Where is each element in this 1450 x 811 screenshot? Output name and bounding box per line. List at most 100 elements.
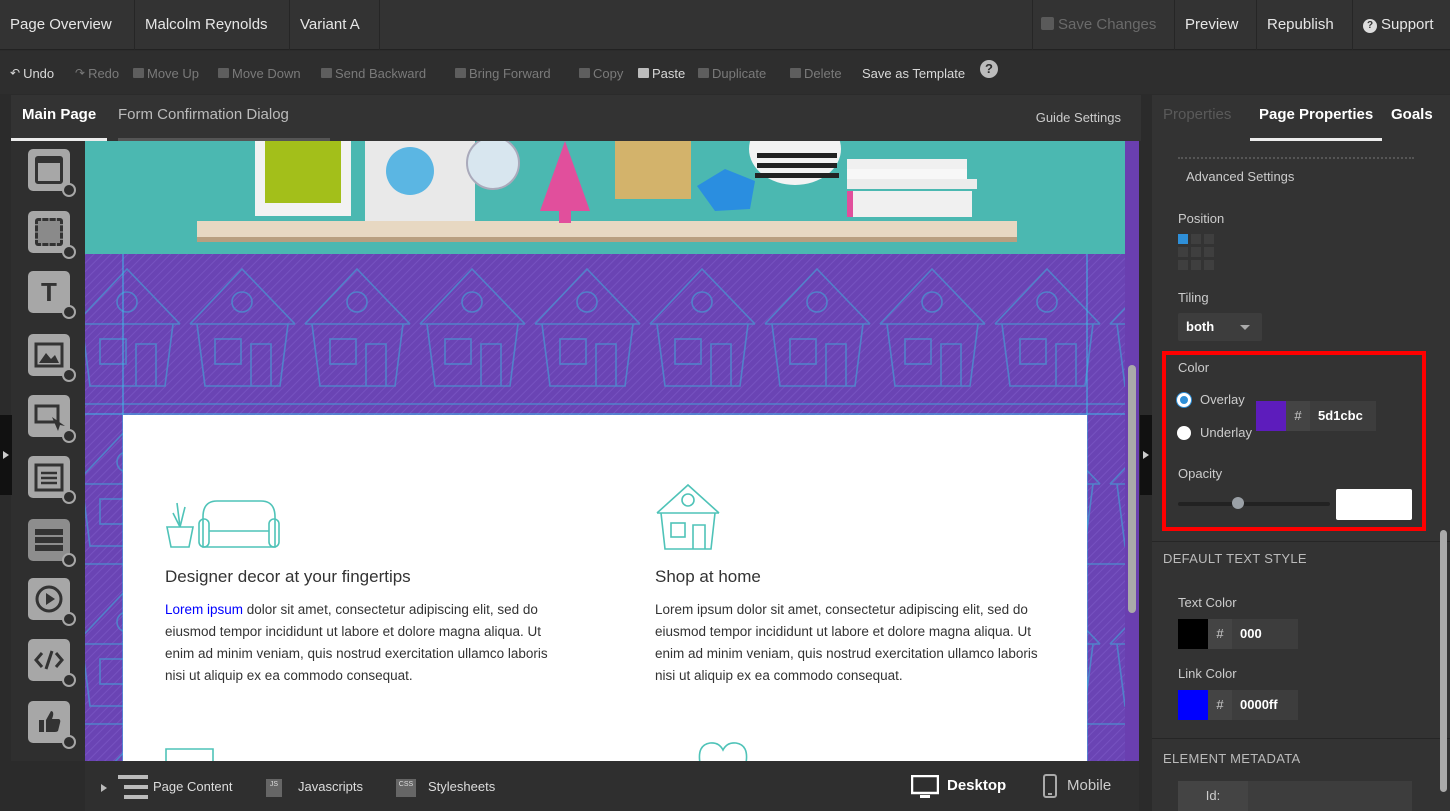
- element-metadata-heading: ELEMENT METADATA: [1163, 751, 1301, 766]
- redo-button[interactable]: ↷ Redo: [75, 65, 119, 81]
- guide-settings-link[interactable]: Guide Settings: [1036, 95, 1121, 141]
- palette-arrow-icon: [62, 612, 76, 626]
- move-up-button[interactable]: Move Up: [133, 65, 199, 81]
- advanced-settings-toggle[interactable]: Advanced Settings: [1186, 169, 1294, 184]
- palette-box[interactable]: [28, 211, 76, 259]
- box-icon: [35, 218, 63, 246]
- paste-label: Paste: [652, 65, 686, 81]
- card-shop-at-home-text[interactable]: Lorem ipsum dolor sit amet, consectetur …: [655, 599, 1055, 687]
- palette-text[interactable]: T: [28, 271, 76, 319]
- link-color-swatch[interactable]: [1178, 690, 1208, 720]
- opacity-label: Opacity: [1178, 466, 1223, 481]
- move-down-button[interactable]: Move Down: [218, 65, 301, 81]
- preview-button[interactable]: Preview: [1174, 0, 1256, 50]
- editor-tabs: Main Page Form Confirmation Dialog Guide…: [11, 95, 1141, 141]
- palette-section[interactable]: [28, 149, 76, 197]
- overlay-label: Overlay: [1200, 392, 1245, 407]
- palette-social[interactable]: [28, 701, 76, 749]
- paste-button[interactable]: Paste: [638, 65, 685, 81]
- redo-label: Redo: [88, 65, 120, 81]
- link-color-hex-input[interactable]: 0000ff: [1232, 690, 1298, 720]
- position-top-center[interactable]: [1191, 234, 1201, 244]
- left-panel-toggle[interactable]: [0, 415, 12, 495]
- opacity-input[interactable]: [1336, 489, 1412, 520]
- features-section[interactable]: Designer decor at your fingertips Lorem …: [123, 415, 1087, 761]
- bottom-bar: Page Content JS Javascripts CSS Styleshe…: [85, 761, 1139, 811]
- support-button[interactable]: ? Support: [1352, 0, 1450, 50]
- duplicate-icon: [698, 68, 709, 78]
- undo-button[interactable]: ↶ Undo: [10, 65, 54, 81]
- id-field[interactable]: Id:: [1178, 781, 1412, 811]
- position-grid[interactable]: [1178, 234, 1214, 270]
- javascripts-button[interactable]: Javascripts: [298, 779, 363, 794]
- palette-form[interactable]: [28, 456, 76, 504]
- id-label: Id:: [1178, 781, 1248, 811]
- hero-section[interactable]: [85, 141, 1125, 254]
- position-middle-center[interactable]: [1191, 247, 1201, 257]
- overlay-color-swatch[interactable]: [1256, 401, 1286, 431]
- page-canvas[interactable]: Designer decor at your fingertips Lorem …: [85, 141, 1139, 761]
- position-middle-right[interactable]: [1204, 247, 1214, 257]
- palette-video[interactable]: [28, 578, 76, 626]
- tiling-select[interactable]: both: [1178, 313, 1262, 341]
- right-panel-toggle[interactable]: [1140, 415, 1152, 495]
- page-overview-link[interactable]: Page Overview: [0, 0, 135, 50]
- position-middle-left[interactable]: [1178, 247, 1188, 257]
- section-divider-dotted: [1178, 157, 1414, 159]
- move-up-label: Move Up: [147, 65, 200, 81]
- text-color-hex-input[interactable]: 000: [1232, 619, 1298, 649]
- redo-icon: ↷: [75, 66, 86, 80]
- position-label: Position: [1178, 211, 1225, 226]
- position-bottom-right[interactable]: [1204, 260, 1214, 270]
- palette-arrow-icon: [62, 490, 76, 504]
- republish-button[interactable]: Republish: [1256, 0, 1352, 50]
- card-shop-at-home-title[interactable]: Shop at home: [655, 567, 761, 587]
- bring-forward-button[interactable]: Bring Forward: [455, 65, 551, 81]
- position-bottom-left[interactable]: [1178, 260, 1188, 270]
- text-color-hash-prefix: #: [1208, 619, 1232, 649]
- copy-button[interactable]: Copy: [579, 65, 623, 81]
- help-icon[interactable]: ?: [980, 60, 998, 78]
- palette-arrow-icon: [62, 368, 76, 382]
- delete-button[interactable]: Delete: [790, 65, 842, 81]
- tab-goals[interactable]: Goals: [1382, 95, 1442, 141]
- card-designer-decor-text[interactable]: Lorem ipsum dolor sit amet, consectetur …: [165, 599, 565, 687]
- text-color-swatch[interactable]: [1178, 619, 1208, 649]
- position-top-right[interactable]: [1204, 234, 1214, 244]
- canvas-scrollbar[interactable]: [1128, 365, 1136, 613]
- position-top-left[interactable]: [1178, 234, 1188, 244]
- send-backward-button[interactable]: Send Backward: [321, 65, 426, 81]
- tab-properties[interactable]: Properties: [1154, 95, 1240, 141]
- palette-image[interactable]: [28, 334, 76, 382]
- card-designer-decor-title[interactable]: Designer decor at your fingertips: [165, 567, 411, 587]
- tab-page-properties[interactable]: Page Properties: [1250, 95, 1383, 141]
- opacity-slider-track[interactable]: [1178, 502, 1330, 506]
- mobile-view-button[interactable]: Mobile: [1067, 777, 1111, 794]
- variant-link[interactable]: Variant A: [290, 0, 380, 50]
- palette-widget[interactable]: [28, 519, 76, 567]
- expand-arrow-icon[interactable]: [101, 784, 107, 792]
- stylesheet-icon: CSS: [396, 779, 416, 797]
- hero-shelf-image: [85, 141, 1125, 254]
- save-as-template-button[interactable]: Save as Template: [862, 65, 965, 81]
- underlay-radio[interactable]: [1177, 426, 1191, 440]
- position-bottom-center[interactable]: [1191, 260, 1201, 270]
- stylesheets-button[interactable]: Stylesheets: [428, 779, 495, 794]
- move-down-label: Move Down: [232, 65, 301, 81]
- overlay-radio[interactable]: [1177, 393, 1191, 407]
- lorem-ipsum-link[interactable]: Lorem ipsum: [165, 602, 243, 617]
- palette-button[interactable]: [28, 395, 76, 443]
- opacity-slider-handle[interactable]: [1232, 497, 1244, 509]
- page-content-button[interactable]: Page Content: [153, 779, 233, 794]
- save-changes-button[interactable]: Save Changes: [1032, 0, 1172, 50]
- overlay-hex-input[interactable]: 5d1cbc: [1310, 401, 1376, 431]
- tab-form-confirmation-dialog[interactable]: Form Confirmation Dialog: [107, 95, 300, 141]
- palette-custom-html[interactable]: [28, 639, 76, 687]
- tab-main-page[interactable]: Main Page: [11, 95, 108, 141]
- page-name-link[interactable]: Malcolm Reynolds: [135, 0, 290, 50]
- properties-panel-scrollbar[interactable]: [1440, 530, 1447, 792]
- desktop-view-button[interactable]: Desktop: [947, 777, 1006, 794]
- tiling-label: Tiling: [1178, 290, 1209, 305]
- duplicate-button[interactable]: Duplicate: [698, 65, 766, 81]
- bring-forward-label: Bring Forward: [469, 65, 551, 81]
